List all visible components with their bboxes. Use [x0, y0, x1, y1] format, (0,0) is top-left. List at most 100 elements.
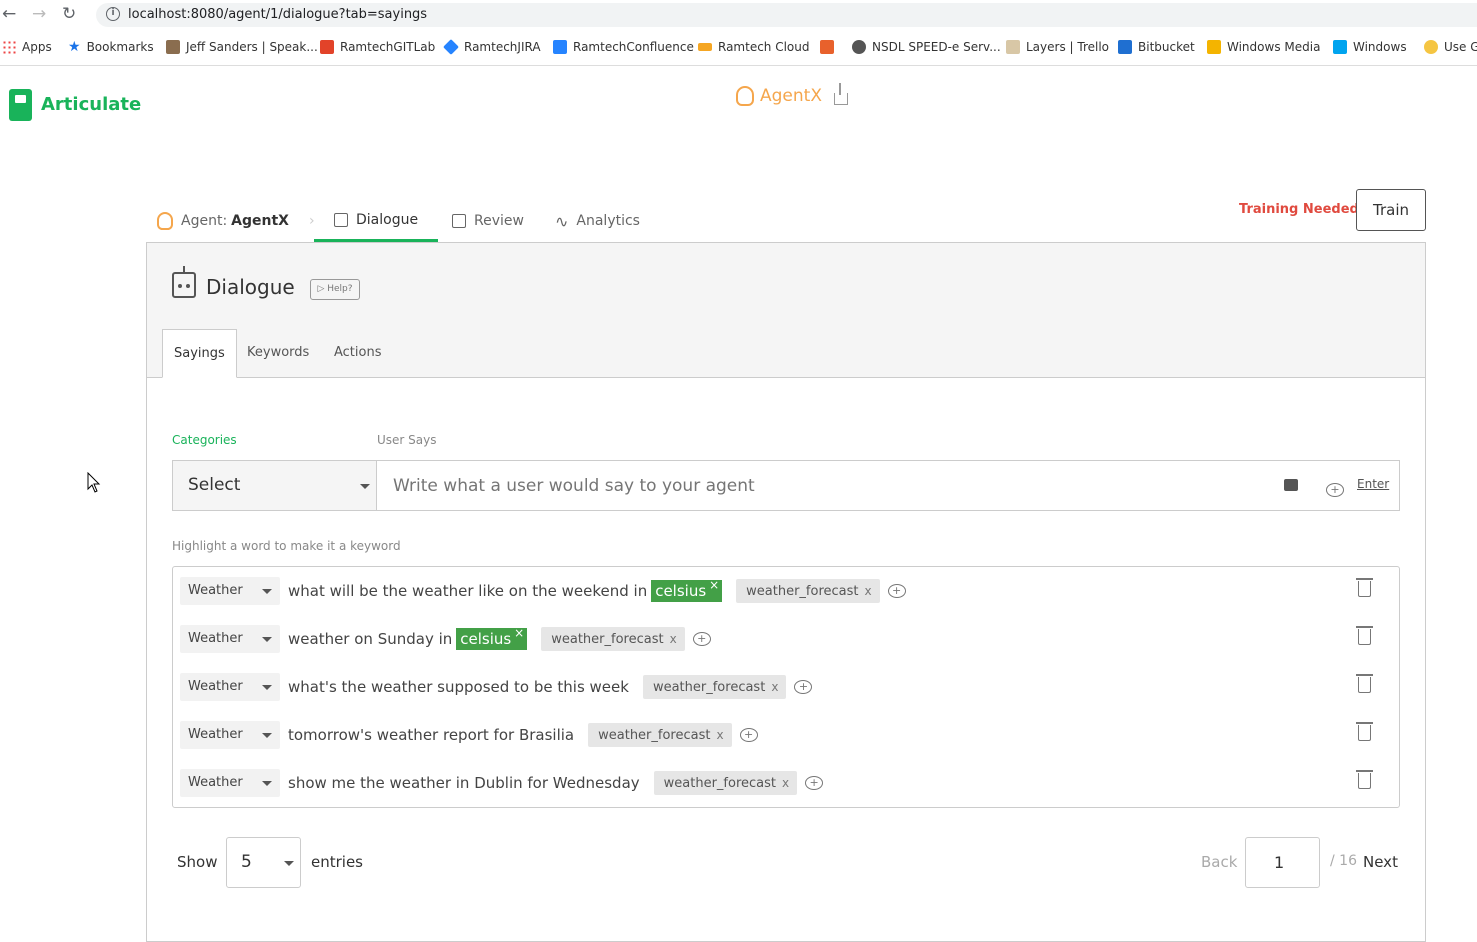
saying-text[interactable]: show me the weather in Dublin for Wednes…	[288, 771, 824, 795]
row-category-select[interactable]: Weather	[180, 577, 280, 605]
keyword-text: celsius	[460, 630, 512, 648]
category-select-value: Select	[188, 475, 241, 495]
intent-label: weather_forecast	[652, 680, 766, 695]
windows-media-icon	[1207, 40, 1221, 54]
trash-icon[interactable]	[1356, 626, 1373, 645]
tab-review[interactable]: Review	[452, 200, 524, 242]
caret-down-icon	[284, 861, 294, 866]
bookmark-windows[interactable]: Windows	[1333, 36, 1407, 58]
keyword-highlight[interactable]: celsius ×	[651, 578, 723, 602]
keyboard-icon[interactable]	[1284, 479, 1298, 491]
forward-arrow-icon[interactable]: →	[32, 5, 46, 23]
intent-tag: weather_forecast x	[653, 771, 798, 795]
caret-down-icon	[262, 637, 272, 642]
add-action-icon[interactable]: +	[805, 776, 824, 790]
subtab-actions[interactable]: Actions	[323, 329, 393, 378]
page-size-select[interactable]: 5	[226, 837, 301, 888]
next-button[interactable]: Next	[1363, 853, 1398, 871]
saying-text-part: weather on Sunday in	[288, 630, 453, 648]
agent-avatar-icon	[736, 86, 754, 106]
bookmark-use[interactable]: Use G	[1424, 36, 1477, 58]
bookmark-bookmarks[interactable]: ★ Bookmarks	[68, 36, 154, 58]
articulate-logo-icon[interactable]	[9, 89, 32, 121]
page-number-input[interactable]	[1245, 837, 1320, 888]
enter-link[interactable]: Enter	[1357, 477, 1389, 491]
bookmark-label: Jeff Sanders | Speak...	[186, 40, 318, 54]
row-category-select[interactable]: Weather	[180, 625, 280, 653]
keyword-hint: Highlight a word to make it a keyword	[172, 539, 401, 553]
saying-text[interactable]: what's the weather supposed to be this w…	[288, 675, 813, 699]
page-title: Dialogue	[206, 275, 295, 299]
row-category-select[interactable]: Weather	[180, 721, 280, 749]
entries-label: entries	[311, 853, 363, 871]
saying-text-part: show me the weather in Dublin for Wednes…	[288, 774, 640, 792]
row-category-select[interactable]: Weather	[180, 673, 280, 701]
star-icon: ★	[68, 39, 81, 55]
bookmark-label: Layers | Trello	[1026, 40, 1110, 54]
add-action-icon[interactable]: +	[887, 584, 906, 598]
bookmark-nsdl[interactable]: NSDL SPEED-e Serv...	[852, 36, 1001, 58]
tab-analytics[interactable]: ∿ Analytics	[555, 200, 640, 242]
trash-icon[interactable]	[1356, 770, 1373, 789]
help-button[interactable]: ▷ Help?	[310, 279, 360, 300]
add-action-icon[interactable]: +	[692, 632, 711, 646]
tab-dialogue[interactable]: Dialogue	[314, 200, 439, 242]
tab-label: Review	[474, 213, 524, 229]
back-arrow-icon[interactable]: ←	[2, 5, 16, 23]
address-bar[interactable]: i localhost:8080/agent/1/dialogue?tab=sa…	[96, 3, 1477, 27]
bookmark-unnamed[interactable]	[820, 36, 834, 58]
bookmark-gitlab[interactable]: RamtechGITLab	[320, 36, 435, 58]
bookmark-trello[interactable]: Layers | Trello	[1006, 36, 1109, 58]
add-action-icon[interactable]: +	[739, 728, 758, 742]
panel-header: Dialogue ▷ Help? Sayings Keywords Action…	[147, 243, 1425, 378]
trash-icon[interactable]	[1356, 722, 1373, 741]
trash-icon[interactable]	[1356, 674, 1373, 693]
train-button[interactable]: Train	[1356, 189, 1426, 231]
subtab-sayings[interactable]: Sayings	[162, 329, 237, 378]
info-icon[interactable]: i	[106, 7, 120, 21]
reload-icon[interactable]: ↻	[62, 5, 76, 23]
bookmark-label: RamtechGITLab	[340, 40, 436, 54]
remove-intent-icon[interactable]: x	[865, 584, 872, 598]
remove-intent-icon[interactable]: x	[716, 728, 723, 742]
subtab-keywords[interactable]: Keywords	[236, 329, 320, 378]
tab-label: Analytics	[576, 213, 640, 229]
remove-intent-icon[interactable]: x	[782, 776, 789, 790]
saying-text-part: what's the weather supposed to be this w…	[288, 678, 629, 696]
bookmark-windows-media[interactable]: Windows Media	[1207, 36, 1320, 58]
app-logo-text[interactable]: Articulate	[41, 94, 141, 115]
breadcrumb-agent[interactable]: Agent: AgentX ›	[157, 200, 315, 242]
bookmark-jira[interactable]: RamtechJIRA	[443, 36, 541, 58]
user-says-input[interactable]	[377, 460, 1400, 511]
add-circle-icon[interactable]: +	[1326, 483, 1344, 497]
remove-keyword-icon[interactable]: ×	[514, 622, 524, 644]
remove-intent-icon[interactable]: x	[771, 680, 778, 694]
agent-header-name[interactable]: AgentX	[760, 86, 822, 106]
share-icon[interactable]	[833, 83, 848, 105]
caret-down-icon	[360, 484, 370, 489]
bookmark-apps[interactable]: Apps	[2, 36, 52, 58]
remove-intent-icon[interactable]: x	[670, 632, 677, 646]
bookmark-confluence[interactable]: RamtechConfluence	[553, 36, 694, 58]
bookmark-jeff-sanders[interactable]: Jeff Sanders | Speak...	[166, 36, 318, 58]
add-action-icon[interactable]: +	[794, 680, 813, 694]
trash-icon[interactable]	[1356, 578, 1373, 597]
row-category-select[interactable]: Weather	[180, 769, 280, 797]
saying-text[interactable]: what will be the weather like on the wee…	[288, 578, 906, 603]
bookmark-bitbucket[interactable]: Bitbucket	[1118, 36, 1195, 58]
row-category-value: Weather	[188, 679, 243, 694]
bookmark-label: Ramtech Cloud	[718, 40, 810, 54]
remove-keyword-icon[interactable]: ×	[709, 574, 719, 596]
category-select[interactable]: Select	[172, 460, 377, 511]
saying-text[interactable]: tomorrow's weather report for Brasilia we…	[288, 723, 758, 747]
gitlab-icon	[320, 40, 334, 54]
list-item: Weather tomorrow's weather report for Br…	[173, 711, 1399, 759]
sayings-list: Weather what will be the weather like on…	[172, 566, 1400, 808]
keyword-highlight[interactable]: celsius ×	[456, 626, 528, 650]
bookmark-ramtech-cloud[interactable]: Ramtech Cloud	[698, 36, 810, 58]
saying-text[interactable]: weather on Sunday in celsius × weather_fore…	[288, 626, 711, 651]
back-button[interactable]: Back	[1201, 853, 1237, 871]
show-label: Show	[177, 853, 218, 871]
row-category-value: Weather	[188, 727, 243, 742]
page-size-value: 5	[241, 852, 252, 872]
